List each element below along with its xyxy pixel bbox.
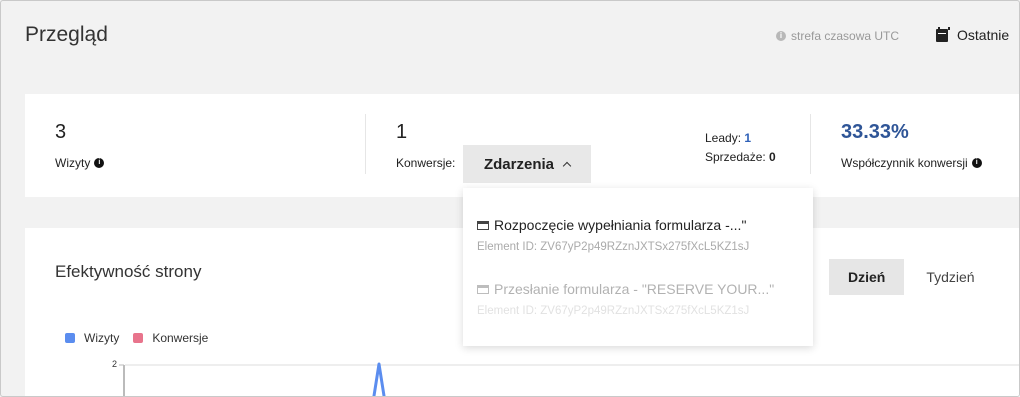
legend-label-visits: Wizyty [84, 331, 120, 345]
visits-label: Wizyty i [55, 156, 105, 170]
period-tabs: Dzień Tydzień Mies [829, 259, 1019, 295]
leads-row: Leady: 1 [705, 129, 776, 148]
events-dropdown-label: Zdarzenia [483, 155, 555, 173]
legend-item-conversions[interactable]: Konwersje [133, 331, 208, 345]
leads-value: 1 [744, 131, 752, 145]
page-title: Przegląd [25, 23, 108, 46]
visits-series-line [372, 362, 386, 396]
date-range-label: Ostatnie [957, 27, 1010, 43]
calendar-icon [936, 26, 950, 42]
legend-label-conversions: Konwersje [152, 331, 209, 345]
leads-label: Leady: [705, 131, 742, 145]
dropdown-item-element-id: Element ID: ZV67yP2p49RZznJXTSx275fXcL5K… [477, 305, 750, 317]
conversion-rate-label: Współczynnik konwersji i [841, 156, 982, 170]
form-icon [477, 220, 489, 230]
legend-swatch-conversions [133, 333, 144, 343]
divider [365, 114, 366, 174]
chevron-up-icon [562, 161, 572, 171]
performance-chart: 2 [112, 359, 1019, 396]
dropdown-item-element-id: Element ID: ZV67yP2p49RZznJXTSx275fXcL5K… [477, 241, 750, 253]
y-tick-label: 2 [112, 359, 117, 369]
app-frame: Przegląd i strefa czasowa UTC Ostatnie 3… [0, 0, 1020, 397]
dropdown-item-title: Rozpoczęcie wypełniania formularza -..." [477, 217, 749, 233]
dropdown-item[interactable]: Rozpoczęcie wypełniania formularza -..."… [477, 217, 749, 253]
sales-label: Sprzedaże: [705, 150, 766, 164]
dropdown-item[interactable]: Przesłanie formularza - "RESERVE YOUR...… [477, 281, 774, 317]
visits-value: 3 [55, 121, 67, 143]
dropdown-item-title-text: Rozpoczęcie wypełniania formularza -..." [494, 217, 747, 233]
info-icon[interactable]: i [971, 158, 982, 168]
tab-day[interactable]: Dzień [829, 259, 905, 295]
events-dropdown-button[interactable]: Zdarzenia [463, 145, 591, 183]
timezone-indicator: i strefa czasowa UTC [776, 29, 899, 43]
performance-title: Efektywność strony [55, 262, 202, 281]
conversions-value: 1 [396, 121, 408, 143]
legend-swatch-visits [65, 333, 75, 343]
conversions-label: Konwersje: [396, 156, 456, 170]
date-range-selector[interactable]: Ostatnie [936, 26, 1010, 43]
dropdown-item-title-text: Przesłanie formularza - "RESERVE YOUR...… [494, 281, 775, 297]
legend-item-visits[interactable]: Wizyty [65, 331, 119, 345]
form-icon [477, 284, 489, 294]
tab-week[interactable]: Tydzień [904, 259, 997, 295]
dropdown-item-title: Przesłanie formularza - "RESERVE YOUR...… [477, 281, 774, 297]
stats-card: 3 Wizyty i 1 Konwersje: Zdarzenia Leady:… [25, 94, 1019, 197]
events-dropdown-menu: Rozpoczęcie wypełniania formularza -..."… [463, 188, 813, 346]
info-icon: i [776, 31, 786, 41]
chart-legend: Wizyty Konwersje [65, 331, 208, 345]
sales-row: Sprzedaże: 0 [705, 148, 776, 167]
visits-label-text: Wizyty [55, 156, 91, 170]
info-icon[interactable]: i [94, 158, 105, 168]
conversion-rate-value: 33.33% [841, 121, 909, 143]
conversion-rate-label-text: Współczynnik konwersji [841, 156, 968, 170]
divider [810, 114, 811, 174]
leads-sales-summary: Leady: 1 Sprzedaże: 0 [705, 129, 776, 167]
sales-value: 0 [769, 150, 776, 164]
timezone-label: strefa czasowa UTC [791, 29, 900, 43]
tab-month[interactable]: Mies [996, 259, 1019, 295]
